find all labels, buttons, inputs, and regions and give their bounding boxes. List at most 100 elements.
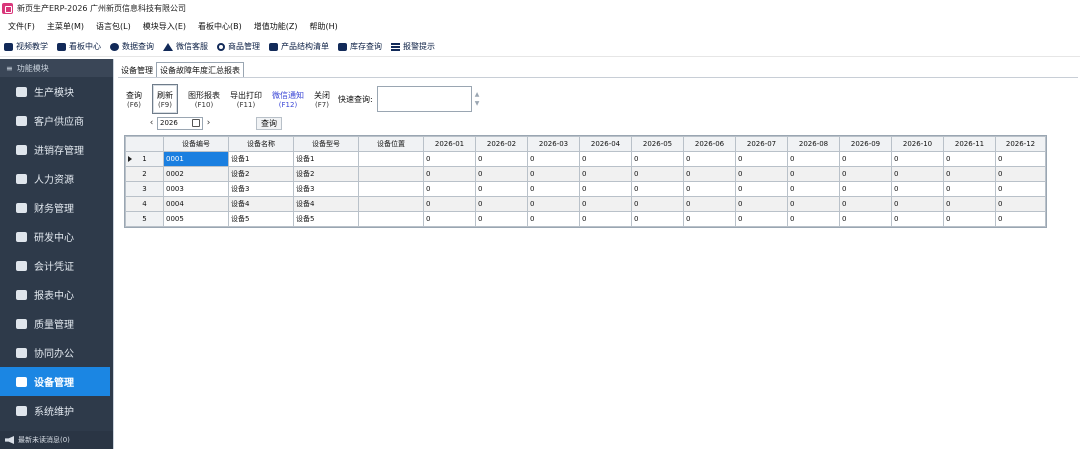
table-cell[interactable]: 设备5 (228, 211, 294, 227)
column-header-2[interactable]: 设备型号 (293, 136, 359, 152)
table-cell[interactable]: 设备5 (293, 211, 359, 227)
column-header-12[interactable]: 2026-09 (839, 136, 892, 152)
table-cell[interactable]: 0 (891, 166, 944, 182)
table-cell[interactable]: 0 (735, 151, 788, 167)
table-cell[interactable] (358, 151, 424, 167)
column-header-1[interactable]: 设备名称 (228, 136, 294, 152)
toolbar-item-6[interactable]: 库存查询 (338, 41, 382, 52)
sidebar-item-2[interactable]: 进销存管理 (0, 135, 113, 164)
prev-year-button[interactable]: ‹ (146, 117, 157, 129)
table-cell[interactable]: 0 (475, 166, 528, 182)
table-cell[interactable]: 0 (579, 166, 632, 182)
row-header[interactable]: 1 (125, 151, 164, 167)
row-header[interactable]: 5 (125, 211, 164, 227)
table-cell[interactable]: 0 (527, 181, 580, 197)
sidebar-item-8[interactable]: 质量管理 (0, 309, 113, 338)
table-cell[interactable] (358, 196, 424, 212)
sidebar-item-7[interactable]: 报表中心 (0, 280, 113, 309)
menu-item-2[interactable]: 语言包(L) (96, 21, 131, 32)
table-cell[interactable]: 0 (787, 196, 840, 212)
table-cell[interactable]: 0 (995, 211, 1046, 227)
menu-item-5[interactable]: 增值功能(Z) (254, 21, 298, 32)
action-button-0[interactable]: 查询 (F6) (126, 84, 142, 114)
table-cell[interactable]: 0 (683, 181, 736, 197)
table-cell[interactable]: 0 (683, 211, 736, 227)
table-cell[interactable]: 0004 (163, 196, 229, 212)
table-cell[interactable]: 0 (631, 211, 684, 227)
table-cell[interactable]: 0 (579, 196, 632, 212)
column-header-9[interactable]: 2026-06 (683, 136, 736, 152)
table-cell[interactable]: 设备1 (228, 151, 294, 167)
menu-item-6[interactable]: 帮助(H) (309, 21, 337, 32)
table-cell[interactable]: 0 (735, 196, 788, 212)
menu-item-1[interactable]: 主菜单(M) (47, 21, 84, 32)
table-cell[interactable]: 0 (631, 166, 684, 182)
table-cell[interactable]: 0 (891, 196, 944, 212)
column-header-0[interactable]: 设备编号 (163, 136, 229, 152)
column-header-14[interactable]: 2026-11 (943, 136, 996, 152)
table-cell[interactable]: 设备1 (293, 151, 359, 167)
table-cell[interactable] (358, 166, 424, 182)
toolbar-item-3[interactable]: 微信客服 (163, 41, 208, 52)
sidebar-item-0[interactable]: 生产模块 (0, 77, 113, 106)
table-cell[interactable]: 0 (995, 166, 1046, 182)
table-cell[interactable]: 0002 (163, 166, 229, 182)
toolbar-item-7[interactable]: 报警提示 (391, 41, 435, 52)
table-cell[interactable]: 0 (475, 211, 528, 227)
action-button-1[interactable]: 刷新 (F9) (152, 84, 178, 114)
table-cell[interactable]: 0 (631, 151, 684, 167)
action-button-5[interactable]: 关闭 (F7) (314, 84, 330, 114)
table-cell[interactable]: 0 (527, 211, 580, 227)
column-header-10[interactable]: 2026-07 (735, 136, 788, 152)
spin-up-icon[interactable]: ▲ (475, 90, 480, 99)
next-year-button[interactable]: › (203, 117, 214, 129)
table-cell[interactable]: 0 (423, 151, 476, 167)
table-cell[interactable]: 0 (475, 151, 528, 167)
table-cell[interactable]: 设备2 (293, 166, 359, 182)
table-row[interactable]: 5 0005 设备5 设备5 0 0 0 0 0 0 0 0 0 0 0 0 (125, 211, 1046, 227)
table-cell[interactable]: 0 (579, 211, 632, 227)
toolbar-item-5[interactable]: 产品结构清单 (269, 41, 329, 52)
table-cell[interactable]: 0 (891, 151, 944, 167)
table-cell[interactable] (358, 211, 424, 227)
quick-search-input[interactable] (376, 86, 472, 112)
column-header-11[interactable]: 2026-08 (787, 136, 840, 152)
sidebar-item-1[interactable]: 客户供应商 (0, 106, 113, 135)
table-cell[interactable]: 0 (527, 166, 580, 182)
table-cell[interactable]: 0 (475, 196, 528, 212)
toolbar-item-4[interactable]: 商品管理 (217, 41, 260, 52)
table-cell[interactable]: 0 (475, 181, 528, 197)
table-cell[interactable]: 0 (787, 211, 840, 227)
table-cell[interactable]: 0 (787, 151, 840, 167)
table-cell[interactable]: 0 (579, 181, 632, 197)
table-cell[interactable]: 0 (631, 181, 684, 197)
sidebar-item-11[interactable]: 系统维护 (0, 396, 113, 425)
table-cell[interactable]: 0 (683, 166, 736, 182)
table-cell[interactable]: 0 (423, 181, 476, 197)
table-cell[interactable]: 设备4 (228, 196, 294, 212)
table-row[interactable]: 2 0002 设备2 设备2 0 0 0 0 0 0 0 0 0 0 0 0 (125, 166, 1046, 182)
quick-search-spinner[interactable]: ▲ ▼ (475, 90, 480, 108)
table-cell[interactable]: 设备3 (228, 181, 294, 197)
action-button-3[interactable]: 导出打印 (F11) (230, 84, 262, 114)
table-cell[interactable]: 设备3 (293, 181, 359, 197)
table-cell[interactable]: 0 (683, 151, 736, 167)
table-cell[interactable]: 设备2 (228, 166, 294, 182)
table-cell[interactable]: 0 (423, 166, 476, 182)
table-cell[interactable]: 0 (839, 211, 892, 227)
table-cell[interactable]: 0 (943, 166, 996, 182)
table-cell[interactable]: 0 (735, 211, 788, 227)
tab-1[interactable]: 设备故障年度汇总报表 (156, 62, 244, 78)
table-cell[interactable]: 0 (839, 151, 892, 167)
calendar-icon[interactable] (192, 119, 200, 127)
sidebar-item-9[interactable]: 协同办公 (0, 338, 113, 367)
table-cell[interactable]: 0 (787, 166, 840, 182)
action-button-4[interactable]: 微信通知 (F12) (272, 84, 304, 114)
sidebar-item-10[interactable]: 设备管理 (0, 367, 110, 396)
table-cell[interactable]: 0 (839, 196, 892, 212)
table-cell[interactable]: 0 (527, 196, 580, 212)
sidebar-item-6[interactable]: 会计凭证 (0, 251, 113, 280)
table-cell[interactable]: 0 (943, 211, 996, 227)
column-header-15[interactable]: 2026-12 (995, 136, 1046, 152)
column-header-7[interactable]: 2026-04 (579, 136, 632, 152)
